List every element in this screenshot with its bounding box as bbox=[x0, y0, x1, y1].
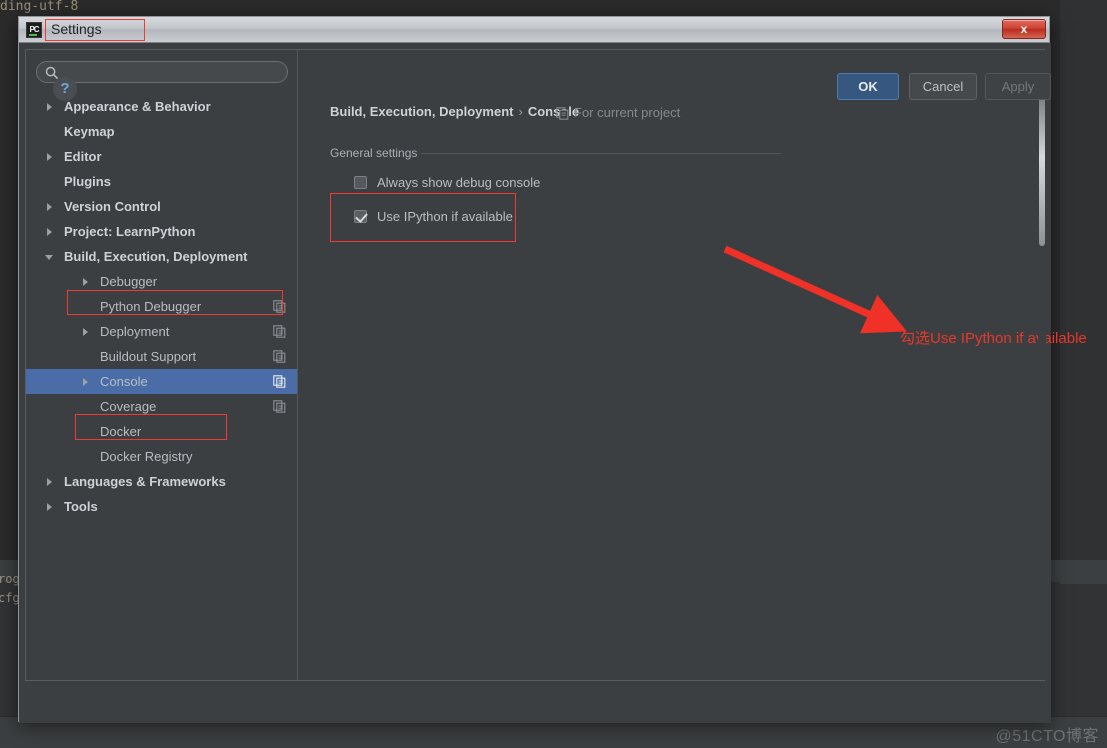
sidebar-item-python-debugger[interactable]: Python Debugger bbox=[26, 294, 297, 319]
panel-scrollbar[interactable] bbox=[1038, 50, 1046, 680]
sidebar-item-label: Build, Execution, Deployment bbox=[64, 249, 248, 264]
close-icon[interactable]: x bbox=[1002, 19, 1046, 39]
checkbox-box[interactable] bbox=[354, 176, 367, 189]
sidebar-item-label: Plugins bbox=[64, 174, 111, 189]
settings-sidebar: Appearance & Behavior Keymap Editor Plugins… bbox=[26, 50, 298, 680]
search-input[interactable] bbox=[36, 61, 288, 83]
chevron-right-icon[interactable] bbox=[47, 153, 52, 161]
checkbox-label: Always show debug console bbox=[377, 175, 541, 190]
sidebar-item-label: Tools bbox=[64, 499, 98, 514]
breadcrumb: Build, Execution, Deployment › Console bbox=[330, 104, 579, 119]
chevron-right-icon[interactable] bbox=[47, 203, 52, 211]
sidebar-item-plugins[interactable]: Plugins bbox=[26, 169, 297, 194]
breadcrumb-parent[interactable]: Build, Execution, Deployment bbox=[330, 104, 513, 119]
sidebar-item-deployment[interactable]: Deployment bbox=[26, 319, 297, 344]
sidebar-item-debugger[interactable]: Debugger bbox=[26, 269, 297, 294]
sidebar-item-label: Keymap bbox=[64, 124, 115, 139]
sidebar-item-label: Console bbox=[100, 374, 148, 389]
project-scope-icon bbox=[273, 325, 286, 338]
chevron-right-icon[interactable] bbox=[47, 503, 52, 511]
content-area: Appearance & Behavior Keymap Editor Plugins… bbox=[25, 49, 1087, 681]
dialog-body: Appearance & Behavior Keymap Editor Plugins… bbox=[19, 43, 1087, 723]
settings-detail-panel: Build, Execution, Deployment › Console For… bbox=[299, 50, 1087, 680]
sidebar-item-build-execution-deployment[interactable]: Build, Execution, Deployment bbox=[26, 244, 297, 269]
sidebar-item-label: Python Debugger bbox=[100, 299, 202, 314]
dialog-title-bar: PC Settings x bbox=[19, 17, 1049, 43]
settings-tree: Appearance & Behavior Keymap Editor Plugins… bbox=[26, 94, 297, 519]
checkbox-label: Use IPython if available bbox=[377, 209, 513, 224]
sidebar-item-label: Docker Registry bbox=[100, 449, 193, 464]
settings-dialog: PC Settings x Appearance & Behavior Keyma… bbox=[18, 16, 1087, 723]
dialog-title: Settings bbox=[51, 21, 102, 37]
group-separator bbox=[421, 153, 781, 154]
group-title: General settings bbox=[330, 146, 418, 160]
breadcrumb-current: Console bbox=[527, 104, 580, 119]
background-code-fragment-2: rog bbox=[0, 572, 20, 586]
sidebar-item-version-control[interactable]: Version Control bbox=[26, 194, 297, 219]
sidebar-item-docker-registry[interactable]: Docker Registry bbox=[26, 444, 297, 469]
annotation-text: 勾选Use IPython if available bbox=[900, 330, 1087, 347]
dialog-footer bbox=[25, 681, 1045, 717]
ide-right-panel-top bbox=[1060, 0, 1107, 560]
sidebar-item-console[interactable]: Console bbox=[26, 369, 297, 394]
panel-scrollbar-thumb[interactable] bbox=[1039, 86, 1045, 246]
sidebar-item-label: Docker bbox=[100, 424, 142, 439]
background-code-fragment-1: ding-utf-8 bbox=[0, 0, 79, 14]
chevron-right-icon[interactable] bbox=[47, 103, 52, 111]
ok-button[interactable]: OK bbox=[837, 73, 899, 100]
chevron-down-icon[interactable] bbox=[45, 255, 53, 260]
sidebar-item-coverage[interactable]: Coverage bbox=[26, 394, 297, 419]
sidebar-item-label: Appearance & Behavior bbox=[64, 99, 211, 114]
sidebar-item-languages-frameworks[interactable]: Languages & Frameworks bbox=[26, 469, 297, 494]
scope-note: For current project bbox=[574, 105, 681, 120]
sidebar-item-keymap[interactable]: Keymap bbox=[26, 119, 297, 144]
cancel-button[interactable]: Cancel bbox=[909, 73, 977, 100]
ide-right-panel-header bbox=[1060, 560, 1107, 584]
project-scope-icon bbox=[273, 375, 286, 388]
project-scope-icon bbox=[273, 400, 286, 413]
checkbox-use-ipython-if-available[interactable]: Use IPython if available bbox=[354, 209, 513, 224]
sidebar-item-label: Deployment bbox=[100, 324, 170, 339]
project-scope-icon bbox=[273, 350, 286, 363]
ide-right-panel-body bbox=[1060, 584, 1107, 716]
sidebar-item-buildout-support[interactable]: Buildout Support bbox=[26, 344, 297, 369]
chevron-right-icon[interactable] bbox=[83, 328, 88, 336]
project-scope-icon bbox=[556, 107, 569, 120]
sidebar-item-label: Languages & Frameworks bbox=[64, 474, 226, 489]
breadcrumb-separator: › bbox=[518, 104, 523, 119]
background-code-fragment-3: cfg bbox=[0, 591, 20, 605]
chevron-right-icon[interactable] bbox=[83, 378, 88, 386]
sidebar-item-docker[interactable]: Docker bbox=[26, 419, 297, 444]
annotation-arrow-icon bbox=[723, 245, 907, 334]
sidebar-item-tools[interactable]: Tools bbox=[26, 494, 297, 519]
sidebar-item-label: Debugger bbox=[100, 274, 158, 289]
pycharm-icon: PC bbox=[26, 22, 42, 38]
sidebar-item-editor[interactable]: Editor bbox=[26, 144, 297, 169]
chevron-right-icon[interactable] bbox=[47, 228, 52, 236]
help-button[interactable]: ? bbox=[53, 77, 77, 101]
checkbox-box[interactable] bbox=[354, 210, 367, 223]
sidebar-item-label: Project: LearnPython bbox=[64, 224, 196, 239]
project-scope-icon bbox=[273, 300, 286, 313]
search-icon bbox=[45, 66, 59, 80]
chevron-right-icon[interactable] bbox=[83, 278, 88, 286]
chevron-right-icon[interactable] bbox=[47, 478, 52, 486]
sidebar-item-label: Coverage bbox=[100, 399, 157, 414]
sidebar-item-project-learnpython[interactable]: Project: LearnPython bbox=[26, 219, 297, 244]
apply-button[interactable]: Apply bbox=[985, 73, 1051, 100]
sidebar-item-label: Version Control bbox=[64, 199, 161, 214]
editor-top-strip bbox=[0, 0, 1107, 14]
sidebar-item-label: Editor bbox=[64, 149, 102, 164]
watermark: @51CTO博客 bbox=[995, 728, 1099, 745]
checkbox-always-show-debug-console[interactable]: Always show debug console bbox=[354, 175, 540, 190]
sidebar-item-label: Buildout Support bbox=[100, 349, 197, 364]
